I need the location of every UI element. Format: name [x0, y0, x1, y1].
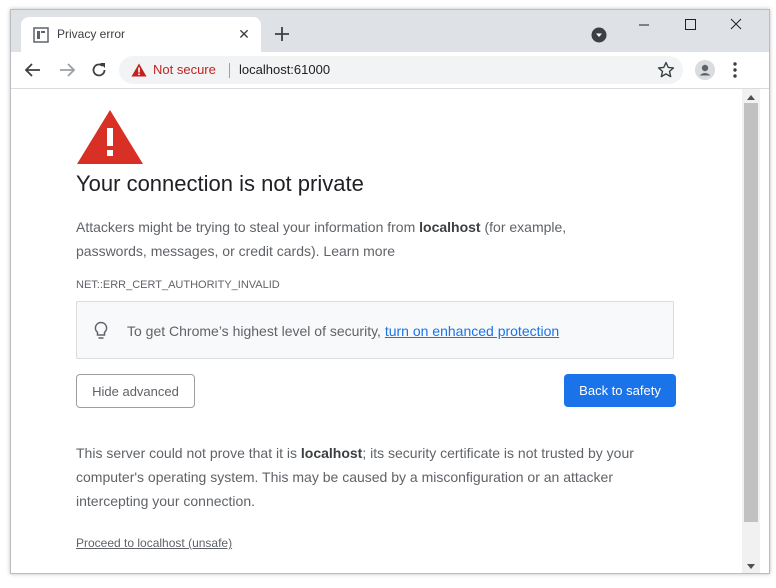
details-text-start: This server could not prove that it is — [76, 445, 301, 461]
bookmark-star-icon[interactable] — [657, 61, 675, 79]
hide-advanced-button[interactable]: Hide advanced — [76, 374, 195, 408]
proceed-unsafe-link[interactable]: Proceed to localhost (unsafe) — [76, 536, 232, 550]
scroll-up-arrow[interactable] — [747, 95, 755, 100]
reload-icon[interactable] — [89, 60, 109, 80]
new-tab-icon[interactable] — [273, 25, 291, 43]
forward-arrow-icon[interactable] — [57, 60, 77, 80]
vertical-scrollbar[interactable] — [742, 89, 760, 573]
intro-text-start: Attackers might be trying to steal your … — [76, 219, 420, 235]
intro-text: Attackers might be trying to steal your … — [76, 215, 636, 263]
enhanced-text-start: To get Chrome’s highest level of securit… — [127, 323, 385, 339]
details-text: This server could not prove that it is l… — [76, 441, 686, 513]
tab-privacy-error[interactable]: Privacy error ✕ — [21, 17, 261, 52]
enhanced-protection-box: To get Chrome’s highest level of securit… — [76, 301, 674, 359]
tab-title: Privacy error — [57, 27, 126, 41]
back-to-safety-button[interactable]: Back to safety — [564, 374, 676, 407]
back-arrow-icon[interactable] — [23, 60, 43, 80]
scroll-thumb[interactable] — [744, 103, 758, 522]
lightbulb-icon — [94, 321, 108, 339]
profile-avatar-icon[interactable] — [695, 60, 715, 80]
not-secure-label[interactable]: Not secure — [153, 62, 216, 77]
toolbar: Not secure localhost:61000 — [11, 52, 769, 89]
tab-search-icon[interactable] — [591, 27, 607, 43]
tab-strip: Privacy error ✕ — [11, 10, 769, 52]
interstitial-page: Your connection is not private Attackers… — [11, 89, 742, 573]
enhanced-protection-text: To get Chrome’s highest level of securit… — [127, 323, 559, 339]
address-bar[interactable]: Not secure localhost:61000 — [119, 56, 683, 84]
kebab-menu-icon[interactable] — [729, 60, 741, 80]
page-heading: Your connection is not private — [76, 171, 364, 196]
page-icon — [33, 27, 49, 43]
minimize-icon[interactable] — [621, 10, 667, 40]
scroll-down-arrow[interactable] — [747, 564, 755, 569]
details-host: localhost — [300, 445, 363, 461]
learn-more-link[interactable]: Learn more — [323, 243, 395, 259]
url-text[interactable]: localhost:61000 — [239, 62, 330, 77]
warning-triangle-icon[interactable] — [131, 63, 147, 77]
maximize-icon[interactable] — [667, 10, 713, 40]
tab-close-icon[interactable]: ✕ — [235, 25, 253, 43]
browser-window: Privacy error ✕ Not secure localhost:610… — [10, 9, 770, 574]
enhanced-protection-link[interactable]: turn on enhanced protection — [385, 323, 559, 339]
window-close-icon[interactable] — [713, 10, 759, 40]
danger-warning-icon — [77, 110, 143, 164]
separator — [229, 63, 230, 78]
intro-host: localhost — [419, 219, 481, 235]
error-code[interactable]: NET::ERR_CERT_AUTHORITY_INVALID — [76, 279, 280, 291]
